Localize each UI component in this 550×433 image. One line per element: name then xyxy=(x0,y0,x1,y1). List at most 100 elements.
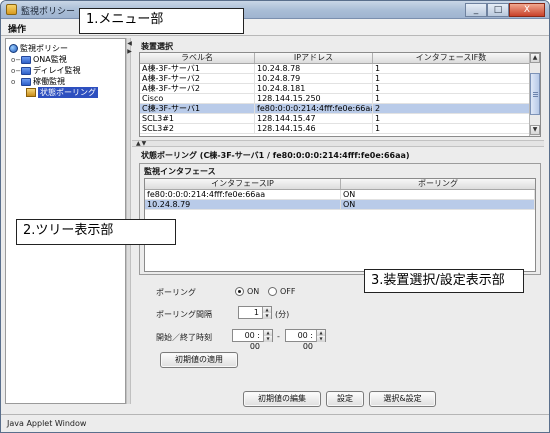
table-row[interactable]: SCL3#2 128.144.15.46 1 xyxy=(140,124,530,134)
end-time-input[interactable]: 00 : 00 ▲ ▼ xyxy=(285,329,326,351)
count-cell: 1 xyxy=(373,114,530,123)
iface-ip-cell: fe80:0:0:0:214:4fff:fe0e:66aa xyxy=(145,190,341,199)
label-cell: SCL3#1 xyxy=(140,114,255,123)
polling-off-radio[interactable] xyxy=(268,287,277,296)
ip-cell: 128.144.15.46 xyxy=(255,124,373,133)
tree-item-label: 稼働監視 xyxy=(33,77,65,86)
leaf-icon xyxy=(26,88,36,97)
device-selection-title: 装置選択 xyxy=(141,42,173,51)
iface-ip-cell: 10.24.8.79 xyxy=(145,200,341,209)
label-cell: C棟-3F-サーバ1 xyxy=(140,104,255,113)
device-table-body: A棟-3F-サーバ1 10.24.8.78 1 A棟-3F-サーバ2 10.24… xyxy=(140,64,530,134)
expander-icon[interactable]: o xyxy=(11,78,19,86)
folder-icon xyxy=(21,55,31,64)
interface-table-header: インタフェースIP ポーリング xyxy=(145,179,535,190)
tree-root[interactable]: 監視ポリシー xyxy=(9,43,68,54)
column-header[interactable]: インタフェースIF数 xyxy=(373,53,530,63)
interval-label: ポーリング間隔 xyxy=(156,310,212,319)
tree-item-availability[interactable]: o 稼働監視 xyxy=(11,76,65,87)
tree-item-ona[interactable]: o− ONA監視 xyxy=(11,54,67,65)
grip-line xyxy=(533,92,538,93)
polling-on-label[interactable]: ON xyxy=(247,287,259,296)
app-icon xyxy=(6,4,17,15)
interface-group: 監視インタフェース インタフェースIP ポーリング fe80:0:0:0:214… xyxy=(139,163,541,275)
start-time-input[interactable]: 00 : 00 ▲ ▼ xyxy=(232,329,273,351)
minimize-button[interactable]: _ xyxy=(465,3,487,17)
table-row[interactable]: SCL3#1 128.144.15.47 1 xyxy=(140,114,530,124)
close-button[interactable]: X xyxy=(509,3,545,17)
label-cell: A棟-3F-サーバ2 xyxy=(140,84,255,93)
table-row[interactable]: fe80:0:0:0:214:4fff:fe0e:66aa ON xyxy=(145,190,535,200)
stepper-down-icon[interactable]: ▼ xyxy=(263,336,272,342)
tree-item-status-polling[interactable]: 状態ポーリング xyxy=(26,87,98,98)
tree-item-label: ONA監視 xyxy=(33,55,67,64)
ip-cell: 128.144.15.47 xyxy=(255,114,373,123)
tree-item-label: 状態ポーリング xyxy=(38,87,98,98)
time-label: 開始／終了時刻 xyxy=(156,333,212,342)
interface-group-title: 監視インタフェース xyxy=(144,167,216,176)
label-cell: Cisco xyxy=(140,94,255,103)
column-header[interactable]: IPアドレス xyxy=(255,53,373,63)
scroll-down-icon[interactable]: ▼ xyxy=(530,125,540,135)
label-cell: SCL3#2 xyxy=(140,124,255,133)
app-window: 監視ポリシー _ □ X 操作 監視ポリシー o− ONA監視 o− ディレイ監… xyxy=(0,0,550,433)
grip-line xyxy=(533,96,538,97)
stepper-down-icon[interactable]: ▼ xyxy=(316,336,325,342)
iface-polling-cell: ON xyxy=(341,200,535,209)
stepper-down-icon[interactable]: ▼ xyxy=(262,313,271,319)
column-header[interactable]: ポーリング xyxy=(341,179,535,189)
menu-operation[interactable]: 操作 xyxy=(8,22,26,35)
device-table-scrollbar[interactable]: ▲ ▼ xyxy=(529,53,540,136)
column-header[interactable]: ラベル名 xyxy=(140,53,255,63)
count-cell: 2 xyxy=(373,104,530,113)
expander-icon[interactable]: o− xyxy=(11,56,21,64)
status-bar: Java Applet Window xyxy=(1,414,549,432)
apply-default-button[interactable]: 初期値の適用 xyxy=(160,352,238,368)
end-time-value: 00 : 00 xyxy=(297,331,313,351)
label-cell: A棟-3F-サーバ1 xyxy=(140,64,255,73)
ip-cell: 10.24.8.181 xyxy=(255,84,373,93)
collapse-arrows-icon[interactable]: ▲▼ xyxy=(136,140,147,147)
count-cell: 1 xyxy=(373,84,530,93)
collapse-left-icon[interactable]: ◀ xyxy=(127,40,132,47)
polling-off-label[interactable]: OFF xyxy=(280,287,296,296)
iface-polling-cell: ON xyxy=(341,190,535,199)
device-table: ラベル名 IPアドレス インタフェースIF数 A棟-3F-サーバ1 10.24.… xyxy=(139,52,541,137)
start-time-value: 00 : 00 xyxy=(244,331,260,351)
horizontal-splitter[interactable]: ▲▼ xyxy=(132,140,544,147)
tree-item-delay[interactable]: o− ディレイ監視 xyxy=(11,65,80,76)
tree-root-label: 監視ポリシー xyxy=(20,44,68,53)
interval-stepper[interactable]: 1 ▲ ▼ xyxy=(238,306,272,319)
callout-tree: 2.ツリー表示部 xyxy=(16,219,176,245)
collapse-right-icon[interactable]: ▶ xyxy=(127,48,132,55)
table-row-selected[interactable]: 10.24.8.79 ON xyxy=(145,200,535,210)
table-row[interactable]: A棟-3F-サーバ2 10.24.8.79 1 xyxy=(140,74,530,84)
callout-settings: 3.装置選択/設定表示部 xyxy=(364,269,524,293)
table-row[interactable]: A棟-3F-サーバ2 10.24.8.181 1 xyxy=(140,84,530,94)
table-row[interactable]: Cisco 128.144.15.250 1 xyxy=(140,94,530,104)
polling-label: ポーリング xyxy=(156,288,196,297)
edit-default-button[interactable]: 初期値の編集 xyxy=(243,391,321,407)
window-controls: _ □ X xyxy=(465,3,545,17)
interval-unit: (分) xyxy=(275,310,290,319)
window-title: 監視ポリシー xyxy=(21,7,76,17)
polling-title: 状態ポーリング (C棟-3F-サーバ1 / fe80:0:0:0:214:4ff… xyxy=(141,151,410,160)
select-and-set-button[interactable]: 選択&設定 xyxy=(369,391,436,407)
polling-on-radio[interactable] xyxy=(235,287,244,296)
callout-menu: 1.メニュー部 xyxy=(79,8,244,34)
ip-cell: 128.144.15.250 xyxy=(255,94,373,103)
expander-icon[interactable]: o− xyxy=(11,67,21,75)
table-row-selected[interactable]: C棟-3F-サーバ1 fe80:0:0:0:214:4fff:fe0e:66aa… xyxy=(140,104,530,114)
time-separator: - xyxy=(277,332,280,341)
maximize-button[interactable]: □ xyxy=(487,3,509,17)
grip-line xyxy=(533,94,538,95)
set-button[interactable]: 設定 xyxy=(326,391,364,407)
status-text: Java Applet Window xyxy=(7,419,87,428)
open-folder-icon xyxy=(21,77,31,86)
scroll-thumb[interactable] xyxy=(530,73,540,115)
table-row[interactable]: A棟-3F-サーバ1 10.24.8.78 1 xyxy=(140,64,530,74)
scroll-up-icon[interactable]: ▲ xyxy=(530,53,540,63)
tree-item-label: ディレイ監視 xyxy=(33,66,81,75)
column-header[interactable]: インタフェースIP xyxy=(145,179,341,189)
device-table-header: ラベル名 IPアドレス インタフェースIF数 xyxy=(140,53,530,64)
